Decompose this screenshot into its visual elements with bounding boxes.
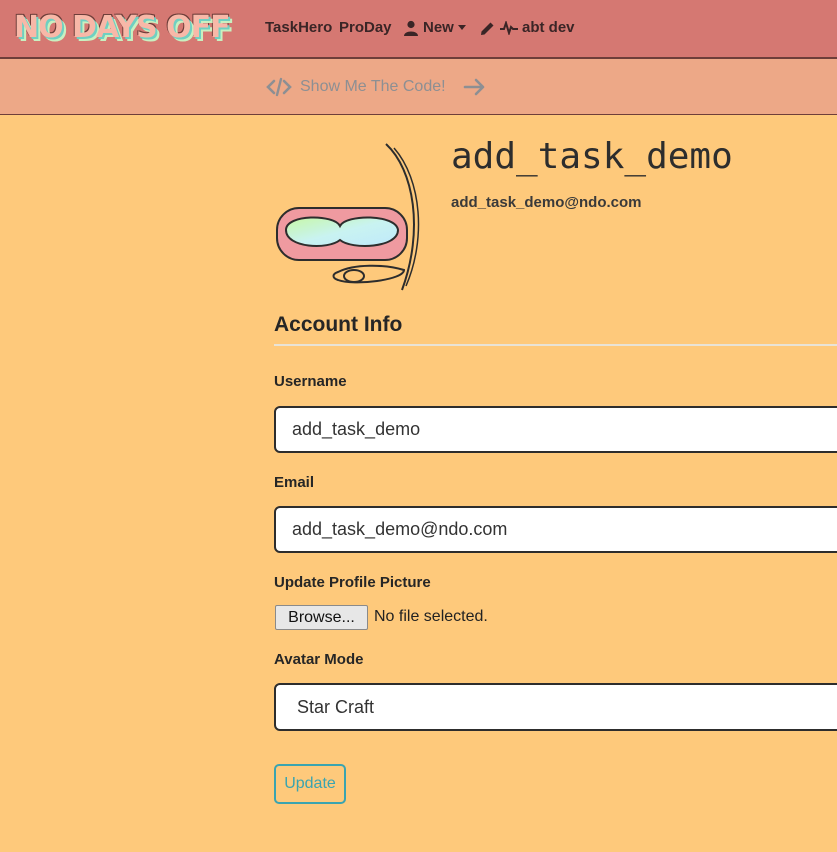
username-input[interactable]: add_task_demo [274,406,837,453]
nav-abt-dev-label: abt dev [522,19,575,36]
file-status-text: No file selected. [374,608,488,625]
profile-picture-label: Update Profile Picture [274,574,431,591]
update-button[interactable]: Update [274,764,346,804]
username-label: Username [274,373,347,390]
show-code-label: Show Me The Code! [300,78,446,95]
nav-proday-label: ProDay [339,19,392,36]
pulse-icon [500,21,518,35]
nav-abt-dev[interactable]: abt dev [479,17,575,39]
email-label: Email [274,474,315,491]
section-divider [274,344,837,346]
browse-file-button[interactable]: Browse... [275,605,368,630]
code-banner: Show Me The Code! [0,58,837,115]
user-icon [404,20,418,36]
brand-logo[interactable]: NO DAYS OFF [14,11,231,45]
code-icon [266,77,292,97]
show-code-link[interactable]: Show Me The Code! [266,75,488,99]
top-navbar: NO DAYS OFF TaskHero ProDay New abt dev [0,0,837,58]
caret-down-icon [457,25,466,30]
profile-avatar [276,143,420,291]
avatar-mode-select[interactable]: Star Craft [274,683,837,731]
nav-taskhero[interactable]: TaskHero [265,17,332,39]
nav-taskhero-label: TaskHero [265,19,333,36]
avatar-mode-value: Star Craft [297,697,375,717]
profile-email: add_task_demo@ndo.com [451,194,642,211]
account-info-heading: Account Info [274,313,403,336]
nav-new-label: New [423,19,454,36]
nav-proday[interactable]: ProDay [339,17,392,39]
email-input-value: add_task_demo@ndo.com [292,519,508,539]
arrow-right-icon [463,78,484,96]
email-input[interactable]: add_task_demo@ndo.com [274,506,837,553]
avatar-mode-label: Avatar Mode [274,651,364,668]
username-input-value: add_task_demo [292,419,421,439]
pencil-icon [481,22,494,35]
nav-new-dropdown[interactable]: New [403,17,466,39]
profile-username-heading: add_task_demo [451,136,733,177]
